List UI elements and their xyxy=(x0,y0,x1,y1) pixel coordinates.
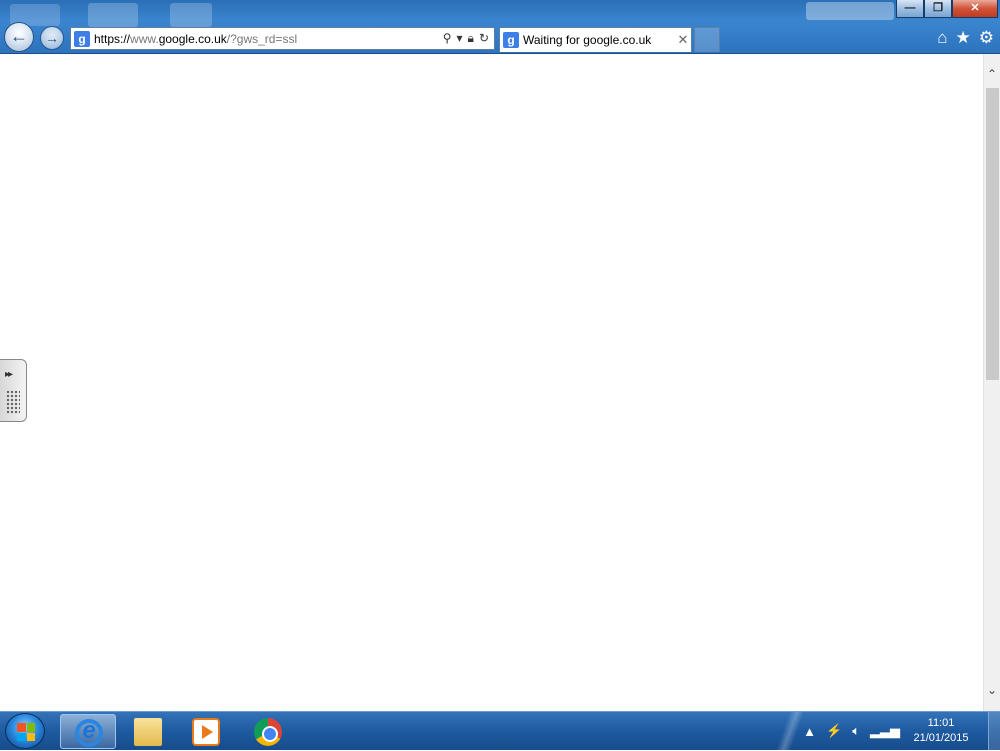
side-panel-handle[interactable]: ▸▸ xyxy=(0,359,27,422)
back-button[interactable]: ← xyxy=(4,22,34,52)
tab-active[interactable]: g Waiting for google.co.uk ✕ xyxy=(499,27,692,52)
tools-gear-icon[interactable]: ⚙ xyxy=(979,28,994,48)
google-favicon-icon: g xyxy=(74,30,90,47)
command-icons: ⌂ ★ ⚙ xyxy=(937,28,994,48)
close-tab-icon[interactable]: ✕ xyxy=(675,32,691,48)
windows-logo-icon xyxy=(17,723,35,741)
address-bar[interactable]: g https://www.google.co.uk/?gws_rd=ssl ⚲… xyxy=(70,27,495,50)
taskbar: e ▲ ⚡ 🔈︎ ▂▃▅ 11:01 21/01/2015 xyxy=(0,711,1000,751)
grip-icon xyxy=(6,390,20,414)
url-scheme: https:// xyxy=(94,31,131,46)
url-text[interactable]: https://www.google.co.uk/?gws_rd=ssl xyxy=(94,32,443,46)
blurred-toolbar-item xyxy=(88,3,138,27)
blurred-toolbar-item xyxy=(170,3,212,27)
speaker-icon[interactable]: 🔈︎ xyxy=(852,723,860,739)
home-icon[interactable]: ⌂ xyxy=(937,28,947,48)
forward-button[interactable]: → xyxy=(40,26,64,50)
system-tray: ▲ ⚡ 🔈︎ ▂▃▅ 11:01 21/01/2015 xyxy=(803,712,1000,750)
minimize-button[interactable]: — xyxy=(896,0,924,18)
taskbar-item-windows-explorer[interactable] xyxy=(120,714,176,749)
taskbar-item-internet-explorer[interactable]: e xyxy=(60,714,116,749)
expand-chevron-icon: ▸▸ xyxy=(5,369,13,380)
browser-title-bar: — ❐ ✕ ← → g https://www.google.co.uk/?gw… xyxy=(0,0,1000,54)
url-domain: google.co.uk xyxy=(158,31,227,46)
favorites-star-icon[interactable]: ★ xyxy=(956,28,971,48)
back-icon: ← xyxy=(10,26,28,46)
taskbar-item-google-chrome[interactable] xyxy=(240,714,296,749)
new-tab-button[interactable] xyxy=(694,27,720,52)
window-controls: — ❐ ✕ xyxy=(896,0,998,18)
google-favicon-icon: g xyxy=(503,32,519,48)
close-window-button[interactable]: ✕ xyxy=(952,0,998,18)
url-prefix: www. xyxy=(130,31,159,46)
scroll-up-icon[interactable]: ⌃ xyxy=(984,66,1000,83)
taskbar-item-media-player[interactable] xyxy=(178,714,234,749)
start-button[interactable] xyxy=(5,713,45,749)
url-path: /?gws_rd=ssl xyxy=(226,31,298,46)
search-icon[interactable]: ⚲ xyxy=(443,31,452,46)
vertical-scrollbar[interactable]: ⌃ ⌄ xyxy=(983,54,1000,711)
page-content xyxy=(0,54,983,711)
show-hidden-icons-icon[interactable]: ▲ xyxy=(803,724,816,739)
refresh-icon[interactable]: ↻ xyxy=(479,31,489,46)
blurred-toolbar-item xyxy=(806,2,894,20)
forward-icon: → xyxy=(45,30,59,46)
clock-date: 21/01/2015 xyxy=(913,732,969,744)
system-clock[interactable]: 11:01 21/01/2015 xyxy=(910,716,972,746)
power-plug-icon[interactable]: ⚡ xyxy=(826,723,842,739)
lock-icon[interactable]: 🔒︎ xyxy=(468,31,474,46)
folder-icon xyxy=(134,718,162,746)
show-desktop-button[interactable] xyxy=(988,712,1000,750)
address-tools: ⚲ ▾ 🔒︎ ↻ xyxy=(443,31,494,46)
scroll-down-icon[interactable]: ⌄ xyxy=(984,682,1000,699)
media-player-icon xyxy=(192,718,220,746)
scrollbar-thumb[interactable] xyxy=(986,88,999,380)
tab-title: Waiting for google.co.uk xyxy=(523,33,652,47)
network-signal-icon[interactable]: ▂▃▅ xyxy=(870,723,900,739)
restore-button[interactable]: ❐ xyxy=(924,0,952,18)
dropdown-icon[interactable]: ▾ xyxy=(457,31,463,46)
internet-explorer-e-glyph: e xyxy=(82,717,96,744)
chrome-icon xyxy=(254,718,282,746)
clock-time: 11:01 xyxy=(927,717,955,729)
